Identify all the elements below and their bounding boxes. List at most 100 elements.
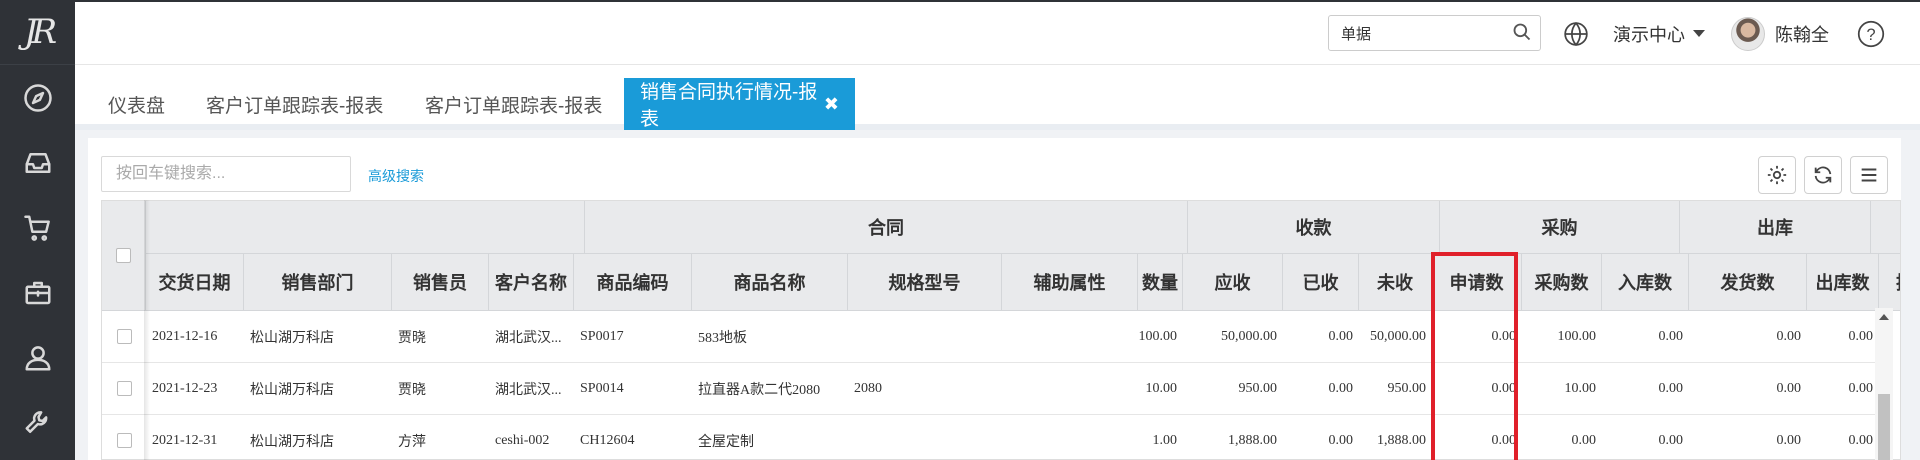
column-header-unreceived[interactable]: 未收	[1359, 254, 1432, 311]
workspace-dropdown[interactable]: 演示中心	[1613, 15, 1705, 53]
nav-inbox[interactable]	[0, 130, 75, 195]
row-select-cell	[102, 363, 146, 415]
help-button[interactable]: ?	[1857, 15, 1885, 53]
column-header-outbound-count[interactable]: 出库数	[1807, 254, 1879, 311]
tab-order-tracking-2[interactable]: 客户订单跟踪表-报表	[409, 78, 618, 130]
cell-customer-name: 湖北武汉...	[489, 311, 574, 363]
app-root: JR 演示中心	[0, 0, 1920, 460]
group-header-purchase: 采购	[1440, 201, 1680, 254]
row-checkbox[interactable]	[116, 433, 132, 448]
column-header-exchange[interactable]: 换	[1879, 254, 1900, 311]
cell-purchase-count: 10.00	[1522, 363, 1602, 415]
cell-received: 0.00	[1283, 311, 1359, 363]
column-header-delivery-date[interactable]: 交货日期	[146, 254, 244, 311]
tab-label: 客户订单跟踪表-报表	[206, 95, 384, 117]
app-logo[interactable]: JR	[0, 0, 75, 65]
cell-salesperson: 贾晓	[392, 311, 489, 363]
settings-button[interactable]	[1758, 156, 1796, 194]
row-checkbox[interactable]	[116, 329, 132, 344]
cell-unreceived: 50,000.00	[1359, 311, 1432, 363]
row-checkbox[interactable]	[116, 381, 132, 396]
column-header-received[interactable]: 已收	[1283, 254, 1359, 311]
cell-ship-count: 0.00	[1689, 311, 1807, 363]
svg-text:?: ?	[1866, 26, 1875, 44]
cell-customer-name: 湖北武汉...	[489, 363, 574, 415]
column-header-salesperson[interactable]: 销售员	[392, 254, 489, 311]
column-header-ship-count[interactable]: 发货数	[1689, 254, 1807, 311]
refresh-icon	[1814, 166, 1832, 184]
tab-label: 销售合同执行情况-报表	[640, 82, 818, 130]
scroll-thumb[interactable]	[1878, 394, 1890, 460]
tab-contract-execution[interactable]: 销售合同执行情况-报表 ✖	[624, 78, 855, 130]
cell-spec-model: 2080	[848, 363, 1002, 415]
scroll-up-arrow-icon[interactable]	[1879, 314, 1889, 320]
cell-aux-attr	[1002, 363, 1138, 415]
cell-receivable: 950.00	[1183, 363, 1283, 415]
refresh-button[interactable]	[1804, 156, 1842, 194]
cell-outbound-count: 0.00	[1807, 363, 1879, 415]
quick-search-input[interactable]	[102, 157, 350, 191]
close-icon[interactable]: ✖	[824, 94, 839, 115]
search-icon[interactable]	[1512, 22, 1532, 47]
advanced-search-link[interactable]: 高级搜索	[368, 166, 424, 186]
cell-sales-dept: 松山湖万科店	[244, 363, 392, 415]
nav-user[interactable]	[0, 325, 75, 390]
cell-delivery-date: 2021-12-16	[146, 311, 244, 363]
column-header-spec-model[interactable]: 规格型号	[848, 254, 1002, 311]
tab-label: 客户订单跟踪表-报表	[425, 95, 603, 117]
cell-quantity: 1.00	[1138, 415, 1183, 459]
column-header-receivable[interactable]: 应收	[1183, 254, 1283, 311]
tab-dashboard[interactable]: 仪表盘	[92, 78, 181, 130]
cell-product-code: SP0017	[574, 311, 692, 363]
cell-purchase-count: 0.00	[1522, 415, 1602, 459]
column-header-aux-attr[interactable]: 辅助属性	[1002, 254, 1138, 311]
nav-cart[interactable]	[0, 195, 75, 260]
caret-down-icon	[1693, 30, 1705, 37]
column-header-quantity[interactable]: 数量	[1138, 254, 1183, 311]
language-button[interactable]	[1563, 15, 1589, 53]
column-header-sales-dept[interactable]: 销售部门	[244, 254, 392, 311]
sidebar: JR	[0, 0, 75, 460]
cell-receivable: 50,000.00	[1183, 311, 1283, 363]
cell-outbound-count: 0.00	[1807, 311, 1879, 363]
wrench-icon	[25, 410, 47, 433]
cell-delivery-date: 2021-12-31	[146, 415, 244, 459]
column-header-customer-name[interactable]: 客户名称	[489, 254, 574, 311]
cell-product-name: 583地板	[692, 311, 848, 363]
cell-product-code: CH12604	[574, 415, 692, 459]
column-header-inbound-count[interactable]: 入库数	[1602, 254, 1689, 311]
global-search-input[interactable]	[1329, 16, 1499, 50]
checkbox-header-cell	[102, 201, 146, 311]
nav-compass[interactable]	[0, 65, 75, 130]
column-header-apply-count[interactable]: 申请数	[1432, 254, 1522, 311]
cell-received: 0.00	[1283, 363, 1359, 415]
globe-icon	[1564, 21, 1588, 47]
column-header-product-name[interactable]: 商品名称	[692, 254, 848, 311]
row-select-cell	[102, 311, 146, 363]
cell-unreceived: 950.00	[1359, 363, 1432, 415]
avatar	[1731, 17, 1765, 51]
cell-customer-name: ceshi-002	[489, 415, 574, 459]
column-header-product-code[interactable]: 商品编码	[574, 254, 692, 311]
cell-spec-model	[848, 311, 1002, 363]
cell-product-name: 全屋定制	[692, 415, 848, 459]
user-name: 陈翰全	[1775, 25, 1829, 45]
cell-apply-count: 0.00	[1432, 415, 1522, 459]
cell-receivable: 1,888.00	[1183, 415, 1283, 459]
group-header-blank	[146, 201, 585, 254]
select-all-checkbox[interactable]	[116, 248, 131, 263]
workspace-label: 演示中心	[1613, 25, 1685, 45]
report-table: 合同 收款 采购 出库 交货日期 销售部门 销售员 客户名称 商品编码 商品名称 规格型号辅…	[101, 200, 1901, 460]
tab-order-tracking-1[interactable]: 客户订单跟踪表-报表	[190, 78, 399, 130]
nav-briefcase[interactable]	[0, 260, 75, 325]
cart-icon	[23, 215, 50, 241]
vertical-scrollbar[interactable]	[1875, 308, 1893, 460]
nav-settings[interactable]	[0, 390, 75, 455]
inbox-icon	[25, 152, 50, 173]
columns-menu-button[interactable]	[1850, 156, 1888, 194]
group-header-blank-end	[1871, 201, 1900, 254]
user-menu[interactable]: 陈翰全	[1731, 15, 1829, 53]
column-header-purchase-count[interactable]: 采购数	[1522, 254, 1602, 311]
logo-text: JR	[23, 12, 57, 52]
cell-ship-count: 0.00	[1689, 415, 1807, 459]
